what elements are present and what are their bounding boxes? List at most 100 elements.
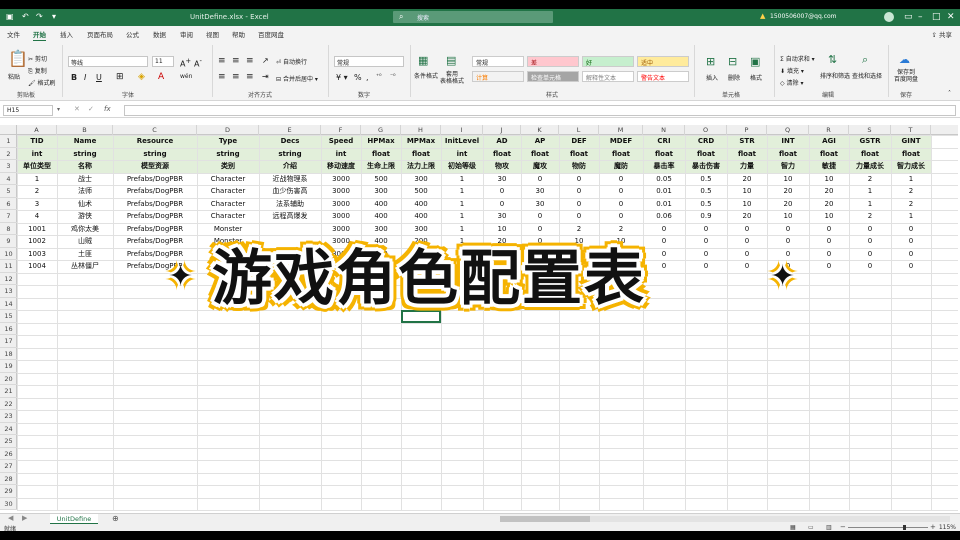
header-cell[interactable]: float: [401, 148, 441, 161]
table-cell[interactable]: 0: [559, 210, 599, 223]
column-header-m[interactable]: M: [599, 125, 643, 135]
cell-style-option[interactable]: 差: [527, 56, 579, 67]
table-cell[interactable]: 0: [599, 173, 643, 186]
table-cell[interactable]: 0: [727, 223, 767, 236]
currency-icon[interactable]: ¥ ▾: [336, 73, 348, 82]
cell-style-option[interactable]: 警告文本: [637, 71, 689, 82]
table-cell[interactable]: 法系辅助: [259, 198, 321, 211]
table-cell[interactable]: 游侠: [57, 210, 113, 223]
font-color-icon[interactable]: A: [158, 72, 164, 82]
table-cell[interactable]: 10: [767, 173, 809, 186]
redo-icon[interactable]: ↷: [36, 12, 43, 22]
column-header-n[interactable]: N: [643, 125, 685, 135]
table-cell[interactable]: 10: [727, 198, 767, 211]
header-cell[interactable]: 暴击伤害: [685, 160, 727, 173]
middle-align-icon[interactable]: ≡: [232, 56, 240, 66]
cell-style-option[interactable]: 好: [582, 56, 634, 67]
table-cell[interactable]: 近战物理系: [259, 173, 321, 186]
table-cell[interactable]: 0: [599, 185, 643, 198]
search-box[interactable]: ⌕ 搜索: [393, 11, 553, 23]
column-header-l[interactable]: L: [559, 125, 599, 135]
format-painter-button[interactable]: 🖌 格式刷: [28, 78, 56, 87]
header-cell[interactable]: DEF: [559, 135, 599, 148]
row-header[interactable]: 8: [0, 223, 17, 235]
table-cell[interactable]: 0: [521, 223, 559, 236]
cell-style-option[interactable]: 适中: [637, 56, 689, 67]
row-header[interactable]: 27: [0, 460, 17, 473]
column-header-i[interactable]: I: [441, 125, 483, 135]
header-cell[interactable]: AGI: [809, 135, 849, 148]
header-cell[interactable]: float: [521, 148, 559, 161]
table-cell[interactable]: 0: [849, 223, 891, 236]
table-cell[interactable]: 4: [17, 210, 57, 223]
row-header[interactable]: 4: [0, 173, 17, 185]
table-cell[interactable]: [259, 223, 321, 236]
name-box[interactable]: H15: [3, 105, 53, 116]
table-cell[interactable]: 20: [809, 198, 849, 211]
table-cell[interactable]: 300: [361, 223, 401, 236]
table-cell[interactable]: 3: [17, 198, 57, 211]
add-sheet-icon[interactable]: ⊕: [112, 514, 119, 524]
phonetic-icon[interactable]: wén: [180, 73, 192, 80]
header-cell[interactable]: GINT: [891, 135, 931, 148]
prev-sheet-icon[interactable]: ◀: [8, 514, 13, 522]
share-button[interactable]: ⇪ 共享: [931, 29, 952, 39]
table-cell[interactable]: 3000: [321, 185, 361, 198]
border-icon[interactable]: ⊞: [116, 72, 124, 82]
row-header[interactable]: 6: [0, 198, 17, 210]
underline-icon[interactable]: U: [96, 73, 102, 82]
shrink-font-icon[interactable]: A-: [194, 57, 202, 69]
customize-quick-access-icon[interactable]: ▾: [52, 12, 56, 22]
normal-view-icon[interactable]: ▦: [790, 524, 796, 531]
column-header-s[interactable]: S: [849, 125, 891, 135]
header-cell[interactable]: AD: [483, 135, 521, 148]
avatar[interactable]: [884, 12, 894, 22]
header-cell[interactable]: HPMax: [361, 135, 401, 148]
header-cell[interactable]: 智力成长: [891, 160, 931, 173]
header-cell[interactable]: Speed: [321, 135, 361, 148]
tab-insert[interactable]: 插入: [60, 29, 73, 39]
header-cell[interactable]: int: [321, 148, 361, 161]
header-cell[interactable]: INT: [767, 135, 809, 148]
header-cell[interactable]: string: [259, 148, 321, 161]
table-cell[interactable]: Prefabs/DogPBR: [113, 198, 197, 211]
table-cell[interactable]: Prefabs/DogPBR: [113, 210, 197, 223]
table-cell[interactable]: 1: [441, 198, 483, 211]
table-cell[interactable]: 1: [441, 210, 483, 223]
table-cell[interactable]: 1: [441, 185, 483, 198]
autosum-button[interactable]: Σ 自动求和 ▾: [780, 54, 815, 63]
format-cells-button[interactable]: 格式: [750, 73, 762, 82]
zoom-slider-knob[interactable]: [903, 525, 906, 530]
select-all-corner[interactable]: [0, 125, 17, 135]
header-cell[interactable]: TID: [17, 135, 57, 148]
table-cell[interactable]: 1001: [17, 223, 57, 236]
copy-button[interactable]: ⎘ 复制: [28, 66, 47, 76]
table-cell[interactable]: Character: [197, 173, 259, 186]
percent-icon[interactable]: %: [354, 73, 362, 82]
row-header[interactable]: 19: [0, 360, 17, 373]
header-cell[interactable]: string: [197, 148, 259, 161]
table-cell[interactable]: 1: [17, 173, 57, 186]
ribbon-display-icon[interactable]: ▭: [904, 11, 913, 23]
table-cell[interactable]: 0: [643, 223, 685, 236]
tab-view[interactable]: 视图: [206, 29, 219, 39]
decrease-decimal-icon[interactable]: ⁻⁰: [390, 73, 396, 80]
table-cell[interactable]: Character: [197, 185, 259, 198]
table-cell[interactable]: 0: [767, 223, 809, 236]
header-cell[interactable]: AP: [521, 135, 559, 148]
table-cell[interactable]: 3000: [321, 173, 361, 186]
row-header[interactable]: 2: [0, 148, 17, 160]
table-cell[interactable]: 2: [891, 185, 931, 198]
header-cell[interactable]: InitLevel: [441, 135, 483, 148]
table-cell[interactable]: 2: [17, 185, 57, 198]
tab-data[interactable]: 数据: [153, 29, 166, 39]
maximize-icon[interactable]: □: [932, 11, 941, 23]
table-cell[interactable]: 20: [767, 185, 809, 198]
header-cell[interactable]: Type: [197, 135, 259, 148]
header-cell[interactable]: MPMax: [401, 135, 441, 148]
header-cell[interactable]: GSTR: [849, 135, 891, 148]
header-cell[interactable]: 单位类型: [17, 160, 57, 173]
format-cells-icon[interactable]: ▣: [750, 55, 760, 68]
sort-filter-button[interactable]: 排序和筛选: [820, 71, 850, 80]
insert-cells-button[interactable]: 插入: [706, 73, 718, 82]
